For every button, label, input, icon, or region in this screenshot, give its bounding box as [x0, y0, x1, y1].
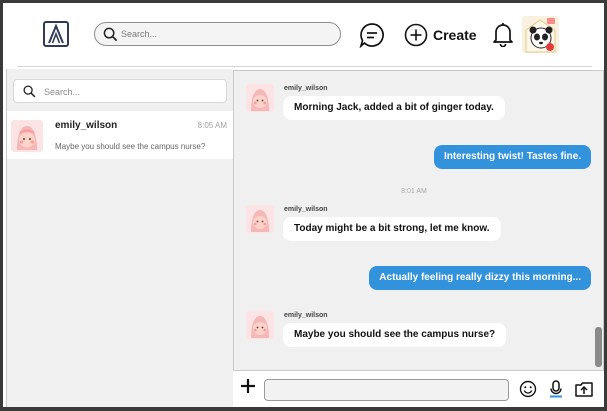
user-avatar-image — [522, 16, 559, 53]
scrollbar-thumb[interactable] — [595, 327, 602, 367]
upload-icon[interactable] — [575, 382, 593, 397]
create-label: Create — [433, 27, 477, 43]
global-search-input[interactable] — [121, 26, 331, 42]
contact-avatar — [11, 120, 43, 152]
conversation-item[interactable]: emily_wilson 8:05 AM Maybe you should se… — [7, 111, 233, 159]
message-input[interactable] — [264, 379, 509, 401]
message-bubble: Maybe you should see the campus nurse? — [283, 323, 507, 347]
search-icon — [23, 85, 36, 98]
brand-logo-icon[interactable] — [43, 21, 69, 47]
message-sender: emily_wilson — [284, 206, 328, 213]
conversation-preview: Maybe you should see the campus nurse? — [55, 142, 206, 151]
message-bubble: Today might be a bit strong, let me know… — [283, 217, 501, 241]
emoji-icon[interactable] — [519, 380, 537, 398]
message-sender: emily_wilson — [284, 85, 328, 92]
chat-thread: emily_wilson Morning Jack, added a bit o… — [233, 70, 604, 371]
app-window: Create — [3, 3, 604, 407]
create-button[interactable]: Create — [404, 21, 478, 49]
sender-avatar — [246, 311, 274, 339]
header-divider — [17, 66, 592, 67]
chat-bubble-icon[interactable] — [359, 22, 385, 48]
conversation-time: 8:05 AM — [197, 121, 227, 130]
add-attachment-icon[interactable] — [239, 377, 257, 395]
search-icon — [103, 27, 118, 42]
user-avatar[interactable] — [522, 16, 559, 53]
outgoing-message: Actually feeling really dizzy this morni… — [369, 266, 591, 290]
chat-scrollbar[interactable] — [594, 71, 603, 370]
sender-avatar — [246, 84, 274, 112]
conversation-search[interactable] — [13, 79, 227, 103]
outgoing-message: Interesting twist! Tastes fine. — [433, 145, 591, 169]
message-sender: emily_wilson — [284, 312, 328, 319]
bell-icon[interactable] — [492, 21, 514, 47]
conversation-sidebar: emily_wilson 8:05 AM Maybe you should se… — [6, 69, 233, 407]
sender-avatar — [246, 205, 274, 233]
conversation-search-input[interactable] — [44, 84, 219, 99]
time-separator: 8:01 AM — [401, 188, 427, 195]
microphone-icon[interactable] — [549, 380, 563, 399]
top-bar: Create — [3, 3, 604, 69]
message-bubble: Morning Jack, added a bit of ginger toda… — [283, 96, 505, 120]
message-composer — [233, 371, 604, 407]
conversation-name: emily_wilson — [55, 120, 118, 131]
global-search[interactable] — [94, 22, 341, 46]
plus-circle-icon — [404, 23, 428, 47]
